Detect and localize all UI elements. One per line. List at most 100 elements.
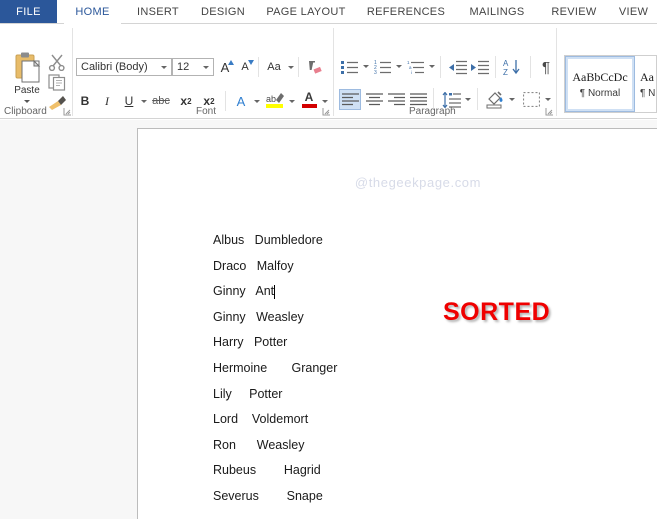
paste-button[interactable]: Paste [6, 52, 48, 114]
text-effects-button[interactable]: A [231, 92, 251, 110]
italic-button[interactable]: I [98, 92, 116, 110]
list-item[interactable]: Harry Potter [213, 335, 513, 361]
svg-text:i: i [411, 70, 412, 75]
svg-text:A: A [503, 59, 509, 68]
styles-gallery: AaBbCcDc ¶ Normal Aa ¶ N [564, 55, 657, 113]
tab-review[interactable]: REVIEW [542, 0, 606, 24]
list-item[interactable]: Lord Voldemort [213, 412, 513, 438]
bold-label: B [80, 94, 90, 108]
list-item[interactable]: Hermoine Granger [213, 361, 513, 387]
change-case-caret-icon[interactable] [288, 66, 294, 69]
tab-review-label: REVIEW [551, 6, 597, 18]
document-page[interactable]: @thegeekpage.com Albus Dumbledore Draco … [137, 128, 657, 519]
sort-button[interactable]: A Z [502, 57, 524, 77]
list-item[interactable]: Albus Dumbledore [213, 233, 513, 259]
list-item[interactable]: Ron Weasley [213, 438, 513, 464]
grow-font-button[interactable]: A [216, 58, 234, 76]
font-size-combo[interactable]: 12 [172, 58, 214, 76]
shrink-font-button[interactable]: A [236, 58, 254, 76]
list-item-text: Harry Potter [213, 335, 288, 350]
tab-design[interactable]: DESIGN [192, 0, 254, 24]
font-name-combo[interactable]: Calibri (Body) [76, 58, 172, 76]
strikethrough-button[interactable]: abc [150, 92, 172, 110]
list-item[interactable]: Draco Malfoy [213, 259, 513, 285]
paragraph-dialog-launcher[interactable] [545, 107, 554, 116]
paste-dropdown-caret-icon[interactable] [24, 100, 30, 103]
shading-button[interactable] [484, 88, 506, 110]
style-item-normal[interactable]: AaBbCcDc ¶ Normal [565, 56, 635, 112]
tab-insert[interactable]: INSERT [128, 0, 188, 24]
text-effects-caret-icon[interactable] [254, 100, 260, 103]
shading-caret-icon[interactable] [509, 98, 515, 101]
subscript-sub: 2 [187, 96, 192, 106]
tab-references[interactable]: REFERENCES [360, 0, 452, 24]
font-separator-2 [298, 57, 299, 77]
bold-button[interactable]: B [76, 92, 94, 110]
numbering-button[interactable]: 1 2 3 [373, 57, 393, 77]
cut-button[interactable] [48, 54, 68, 72]
underline-label: U [124, 94, 134, 108]
line-spacing-caret-icon[interactable] [465, 98, 471, 101]
numbering-caret-icon[interactable] [396, 65, 402, 68]
paste-button-label: Paste [14, 85, 40, 96]
name-list[interactable]: Albus Dumbledore Draco Malfoy Ginny Ant … [213, 233, 513, 515]
list-item[interactable]: Lily Potter [213, 387, 513, 413]
font-color-caret-icon[interactable] [322, 100, 328, 103]
show-formatting-marks-button[interactable]: ¶ [537, 57, 555, 77]
decrease-indent-button[interactable] [448, 57, 468, 77]
borders-caret-icon[interactable] [545, 98, 551, 101]
multilevel-list-button[interactable]: 1 a i [406, 57, 426, 77]
borders-button[interactable] [520, 89, 542, 110]
underline-button[interactable]: U [120, 92, 138, 110]
align-left-button[interactable] [339, 89, 361, 110]
highlight-caret-icon[interactable] [289, 100, 295, 103]
align-right-button[interactable] [385, 89, 407, 110]
list-item[interactable]: Rubeus Hagrid [213, 463, 513, 489]
list-item-text: Ginny Ant [213, 284, 275, 299]
font-dialog-launcher[interactable] [322, 107, 331, 116]
style-normal-name: ¶ Normal [579, 87, 621, 99]
svg-text:3: 3 [374, 70, 377, 75]
subscript-button[interactable]: x2 [176, 92, 196, 110]
font-separator-1 [258, 57, 259, 77]
multilevel-caret-icon[interactable] [429, 65, 435, 68]
copy-button[interactable] [48, 74, 68, 92]
change-case-button[interactable]: Aa [263, 58, 285, 76]
ribbon-tab-bar: FILE HOME INSERT DESIGN PAGE LAYOUT REFE… [0, 0, 657, 24]
style-item-next[interactable]: Aa ¶ N [637, 56, 657, 112]
list-item-text: Draco Malfoy [213, 258, 294, 273]
bullets-button[interactable] [340, 57, 360, 77]
tab-insert-label: INSERT [137, 6, 179, 18]
sort-az-icon: A Z [503, 59, 520, 76]
clear-formatting-button[interactable] [305, 57, 325, 77]
paragraph-separator-1 [440, 56, 441, 78]
bullets-caret-icon[interactable] [363, 65, 369, 68]
paragraph-separator-2 [495, 56, 496, 78]
group-separator-3 [556, 28, 557, 116]
document-canvas[interactable]: @thegeekpage.com Albus Dumbledore Draco … [0, 120, 657, 519]
list-item[interactable]: Severus Snape [213, 489, 513, 515]
text-effects-label: A [236, 93, 246, 109]
font-color-button[interactable]: A [299, 88, 319, 110]
group-separator-2 [333, 28, 334, 116]
ribbon: Paste Clipboard Calibri (Body) 12 A A Aa… [0, 24, 657, 119]
sorted-annotation: SORTED [442, 297, 551, 326]
increase-indent-button[interactable] [470, 57, 490, 77]
tab-view[interactable]: VIEW [610, 0, 657, 24]
underline-caret-icon[interactable] [141, 100, 147, 103]
strikethrough-label: abc [152, 95, 170, 107]
align-center-button[interactable] [363, 89, 385, 110]
decrease-indent-icon [449, 60, 467, 74]
font-group-label: Font [196, 106, 217, 117]
highlight-button[interactable]: ab [264, 90, 286, 110]
tab-file[interactable]: FILE [0, 0, 57, 24]
list-item-text: Severus Snape [213, 488, 323, 503]
increase-indent-icon [471, 60, 489, 74]
tab-home-label: HOME [75, 6, 110, 18]
tab-home[interactable]: HOME [64, 0, 121, 24]
copy-icon [48, 74, 66, 91]
tab-mailings[interactable]: MAILINGS [458, 0, 536, 24]
clipboard-dialog-launcher[interactable] [63, 107, 72, 116]
pilcrow-icon: ¶ [541, 58, 551, 76]
tab-page-layout[interactable]: PAGE LAYOUT [258, 0, 354, 24]
